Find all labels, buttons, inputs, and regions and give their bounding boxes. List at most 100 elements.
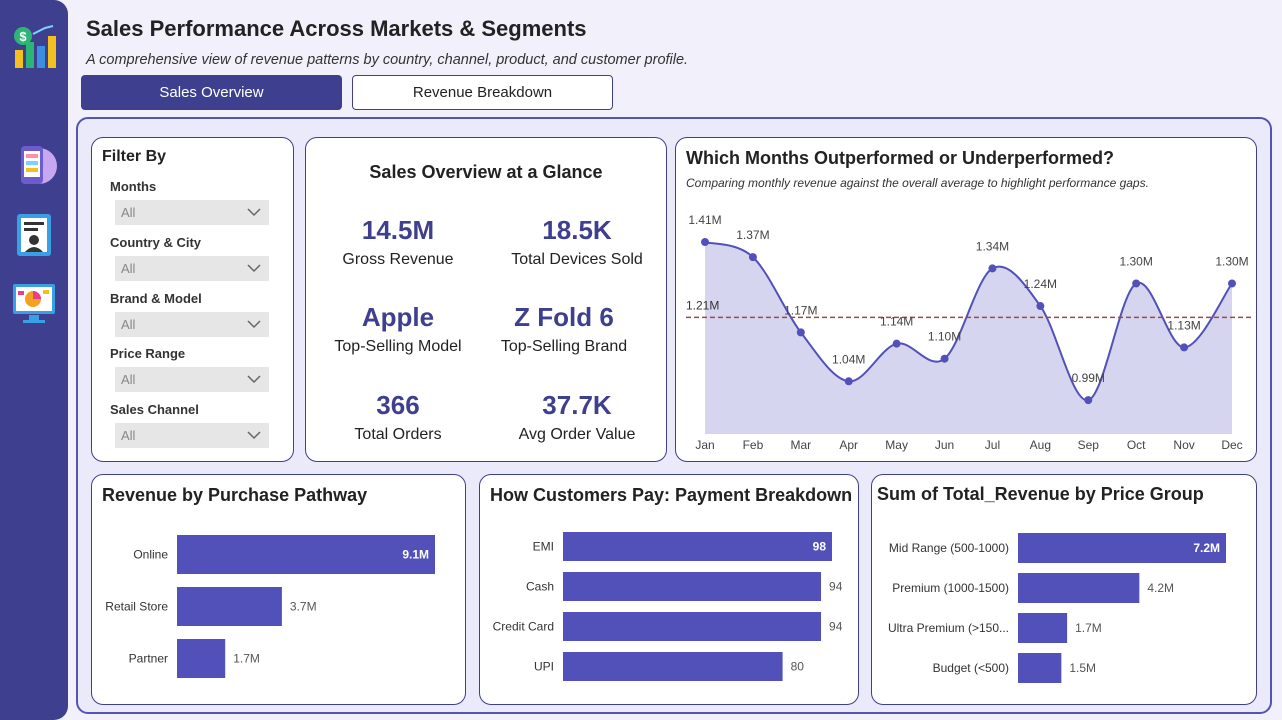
x-tick-label: May bbox=[885, 438, 908, 452]
dashboard-monitor-icon[interactable] bbox=[9, 278, 59, 328]
side-rail: $ bbox=[0, 0, 68, 720]
category-label: Online bbox=[133, 548, 168, 562]
value-label: 4.2M bbox=[1147, 581, 1174, 595]
filter-label-sales-channel: Sales Channel bbox=[110, 402, 199, 417]
data-point[interactable] bbox=[796, 328, 805, 337]
data-label: 1.17M bbox=[784, 303, 817, 317]
filter-label-price-range: Price Range bbox=[110, 346, 186, 361]
data-point[interactable] bbox=[892, 339, 901, 348]
kpi-label: Gross Revenue bbox=[342, 251, 454, 268]
bar[interactable] bbox=[563, 612, 822, 641]
bar[interactable] bbox=[1018, 573, 1140, 603]
chevron-down-icon bbox=[247, 208, 261, 217]
x-tick-label: Oct bbox=[1127, 438, 1146, 452]
brand-model-dropdown-value: All bbox=[121, 317, 136, 332]
svg-text:$: $ bbox=[19, 29, 27, 44]
kpi-value: 18.5K bbox=[542, 215, 612, 245]
purchase-pathway-chart-card: Revenue by Purchase Pathway Online 9.1M Re… bbox=[91, 474, 466, 705]
price-range-dropdown[interactable]: All bbox=[115, 367, 269, 392]
kpi-top-selling-brand: Z Fold 6 Top-Selling Brand bbox=[474, 302, 654, 356]
data-label: 1.41M bbox=[688, 213, 721, 227]
kpi-label: Total Orders bbox=[354, 426, 442, 443]
country-city-dropdown-value: All bbox=[121, 261, 136, 276]
page-header: Sales Performance Across Markets & Segme… bbox=[86, 16, 688, 68]
kpi-label: Total Devices Sold bbox=[511, 251, 643, 268]
payment-breakdown-chart-card: How Customers Pay: Payment Breakdown EMI… bbox=[479, 474, 859, 705]
page-subtitle: A comprehensive view of revenue patterns… bbox=[86, 52, 689, 68]
tab-sales-overview[interactable]: Sales Overview bbox=[81, 75, 342, 110]
sales-channel-dropdown[interactable]: All bbox=[115, 423, 269, 448]
chevron-down-icon bbox=[247, 431, 261, 440]
kpi-avg-order-value: 37.7K Avg Order Value bbox=[487, 390, 667, 444]
value-label: 80 bbox=[791, 660, 805, 674]
data-point[interactable] bbox=[701, 238, 709, 247]
data-point[interactable] bbox=[1180, 343, 1189, 352]
bar[interactable] bbox=[177, 535, 435, 574]
x-tick-label: Mar bbox=[790, 438, 811, 452]
value-label: 98 bbox=[813, 540, 827, 554]
data-point[interactable] bbox=[1228, 279, 1236, 288]
price-group-chart-card: Sum of Total_Revenue by Price Group Mid … bbox=[871, 474, 1257, 705]
x-tick-label: Nov bbox=[1173, 438, 1194, 452]
kpi-value: Apple bbox=[361, 302, 435, 332]
x-tick-label: Jan bbox=[695, 438, 714, 452]
x-tick-label: Aug bbox=[1030, 438, 1051, 452]
finance-chart-icon[interactable]: $ bbox=[9, 22, 59, 72]
kpi-top-selling-model: Apple Top-Selling Model bbox=[308, 302, 488, 356]
data-point[interactable] bbox=[940, 354, 949, 363]
bar[interactable] bbox=[1018, 653, 1062, 683]
data-point[interactable] bbox=[844, 377, 853, 386]
data-label: 1.10M bbox=[928, 330, 961, 344]
data-label: 1.13M bbox=[1167, 318, 1200, 332]
category-label: Premium (1000-1500) bbox=[892, 581, 1009, 595]
category-label: EMI bbox=[533, 540, 554, 554]
country-city-dropdown[interactable]: All bbox=[115, 256, 269, 281]
data-label: 1.30M bbox=[1215, 254, 1248, 268]
data-point[interactable] bbox=[1084, 396, 1093, 405]
x-tick-label: Jun bbox=[935, 438, 954, 452]
average-label: 1.21M bbox=[686, 298, 719, 312]
category-label: Mid Range (500-1000) bbox=[889, 541, 1009, 555]
chevron-down-icon bbox=[247, 320, 261, 329]
filter-label-country-city: Country & City bbox=[110, 235, 201, 250]
value-label: 3.7M bbox=[290, 600, 317, 614]
brand-model-dropdown[interactable]: All bbox=[115, 312, 269, 337]
kpi-gross-revenue: 14.5M Gross Revenue bbox=[308, 215, 488, 269]
data-label: 1.34M bbox=[976, 239, 1009, 253]
data-point[interactable] bbox=[748, 253, 757, 262]
kpi-value: 14.5M bbox=[361, 215, 435, 245]
monthly-revenue-chart-card: Which Months Outperformed or Underperfor… bbox=[675, 137, 1257, 462]
data-label: 1.30M bbox=[1120, 254, 1153, 268]
chevron-down-icon bbox=[247, 264, 261, 273]
tab-revenue-breakdown[interactable]: Revenue Breakdown bbox=[352, 75, 613, 110]
mobile-app-icon[interactable] bbox=[9, 140, 59, 190]
x-tick-label: Jul bbox=[985, 438, 1000, 452]
value-label: 7.2M bbox=[1193, 541, 1220, 555]
data-label: 1.14M bbox=[880, 315, 913, 329]
kpi-label: Avg Order Value bbox=[518, 426, 636, 443]
bar[interactable] bbox=[1018, 613, 1068, 643]
user-profile-icon[interactable] bbox=[9, 210, 59, 260]
price-range-dropdown-value: All bbox=[121, 372, 136, 387]
bar[interactable] bbox=[563, 652, 783, 681]
filter-panel-title: Filter By bbox=[102, 148, 167, 165]
months-dropdown[interactable]: All bbox=[115, 200, 269, 225]
x-tick-label: Sep bbox=[1078, 438, 1100, 452]
x-tick-label: Apr bbox=[839, 438, 858, 452]
data-label: 1.04M bbox=[832, 352, 865, 366]
data-point[interactable] bbox=[988, 264, 997, 273]
kpi-label: Top-Selling Model bbox=[334, 338, 462, 355]
purchase-pathway-bar-chart: Online 9.1M Retail Store 3.7M Partner 1.7M bbox=[105, 535, 435, 678]
bar[interactable] bbox=[563, 532, 832, 561]
bar[interactable] bbox=[563, 572, 822, 601]
value-label: 94 bbox=[829, 620, 843, 634]
category-label: Ultra Premium (>150... bbox=[888, 621, 1009, 635]
bar[interactable] bbox=[177, 587, 282, 626]
revenue-area bbox=[705, 242, 1232, 434]
data-point[interactable] bbox=[1132, 279, 1141, 288]
filter-panel: Filter By Months All Country & City All … bbox=[91, 137, 294, 462]
kpi-total-devices-sold: 18.5K Total Devices Sold bbox=[487, 215, 667, 269]
payment-breakdown-bar-chart: EMI 98 Cash 94 Credit Card 94 UPI 80 bbox=[493, 532, 843, 681]
data-point[interactable] bbox=[1036, 302, 1045, 311]
bar[interactable] bbox=[177, 639, 226, 678]
